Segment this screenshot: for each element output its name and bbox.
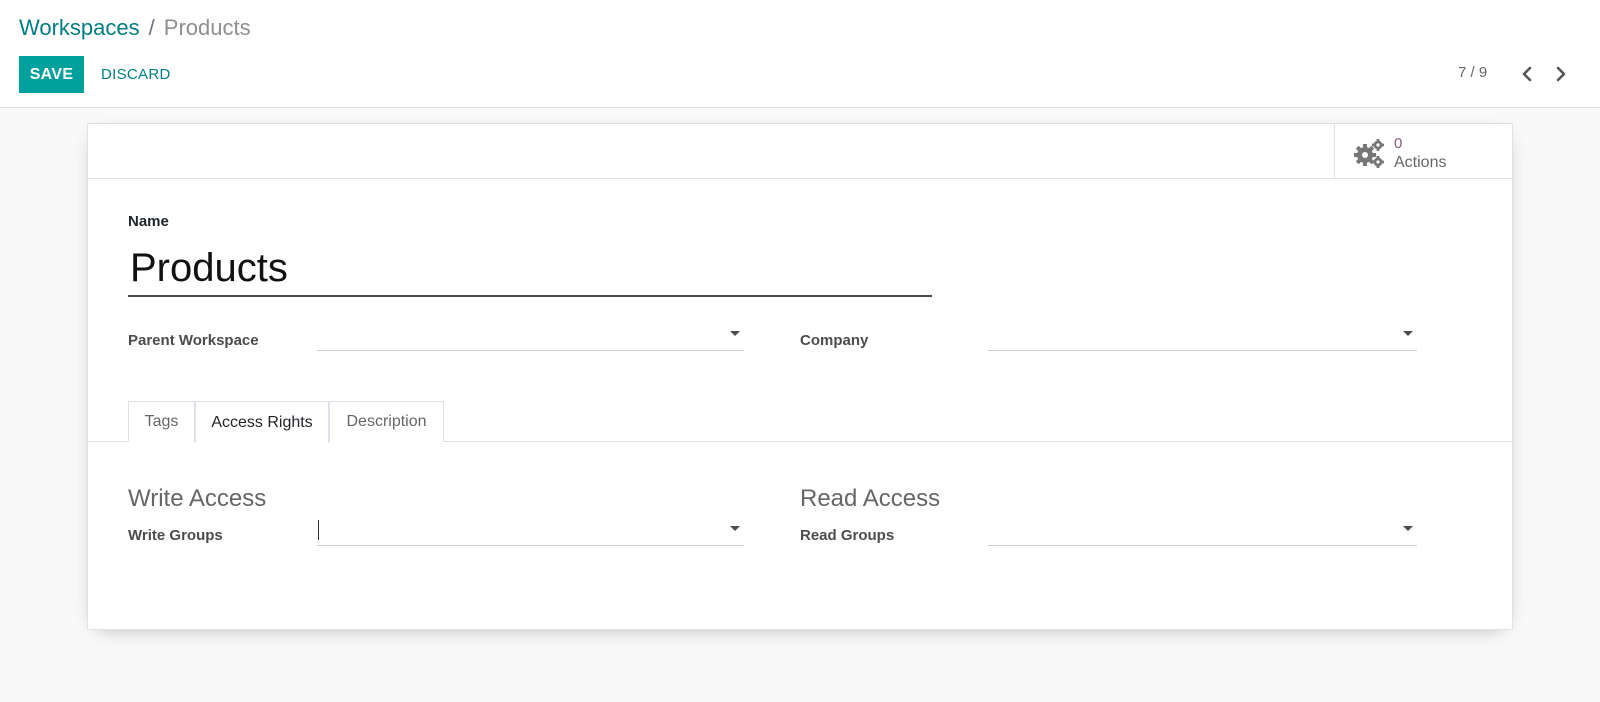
pager-next-button[interactable] (1549, 62, 1573, 86)
tab-description[interactable]: Description (329, 401, 444, 442)
breadcrumb: Workspaces / Products (19, 14, 251, 42)
actions-count: 0 (1394, 135, 1403, 152)
name-input[interactable] (128, 241, 932, 297)
write-groups-label: Write Groups (128, 527, 223, 544)
parent-workspace-select[interactable] (317, 319, 744, 351)
tab-tags[interactable]: Tags (128, 401, 195, 442)
actions-smart-button[interactable]: 0 Actions (1334, 124, 1512, 178)
gears-icon (1354, 139, 1384, 168)
caret-down-icon (1403, 526, 1413, 531)
caret-down-icon (730, 526, 740, 531)
chevron-left-icon (1522, 66, 1532, 82)
read-groups-input[interactable] (988, 514, 1417, 546)
caret-down-icon (730, 331, 740, 336)
breadcrumb-current: Products (163, 15, 251, 40)
name-label: Name (128, 213, 169, 230)
company-label: Company (800, 332, 869, 349)
chevron-right-icon (1556, 66, 1566, 82)
write-groups-input[interactable] (317, 514, 744, 546)
discard-button[interactable]: DISCARD (92, 56, 180, 93)
pager-previous-button[interactable] (1515, 62, 1539, 86)
breadcrumb-separator: / (148, 15, 155, 40)
pager-value[interactable]: 7 / 9 (1458, 64, 1487, 81)
company-select[interactable] (988, 319, 1417, 351)
tab-access-rights[interactable]: Access Rights (195, 401, 329, 443)
parent-workspace-label: Parent Workspace (128, 332, 259, 349)
text-cursor (318, 520, 319, 540)
write-access-title: Write Access (128, 485, 267, 512)
read-groups-label: Read Groups (800, 527, 895, 544)
form-sheet: 0 Actions Name Parent Workspace Company … (87, 123, 1513, 630)
save-button[interactable]: SAVE (19, 56, 84, 93)
breadcrumb-workspaces-link[interactable]: Workspaces (19, 15, 140, 40)
button-box: 0 Actions (88, 124, 1512, 179)
actions-label: Actions (1394, 154, 1447, 171)
caret-down-icon (1403, 331, 1413, 336)
control-panel: Workspaces / Products SAVE DISCARD 7 / 9 (0, 0, 1600, 108)
read-access-title: Read Access (800, 485, 941, 512)
